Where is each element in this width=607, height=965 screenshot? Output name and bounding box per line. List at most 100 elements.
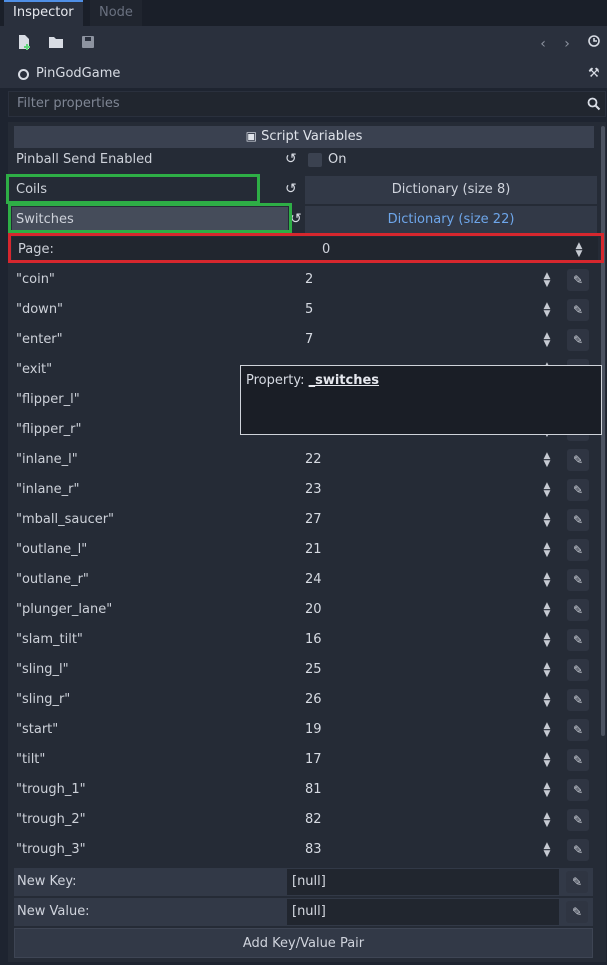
spinner-icon[interactable]: ▲▼ <box>540 482 554 499</box>
forward-arrow-icon[interactable]: › <box>557 34 577 54</box>
prop-label: Pinball Send Enabled <box>16 152 153 167</box>
entry-value[interactable]: 7 <box>305 325 313 355</box>
entry-value[interactable]: 17 <box>305 745 322 775</box>
coils-dictionary-button[interactable]: Dictionary (size 8) <box>305 176 597 204</box>
entry-value[interactable]: 26 <box>305 685 322 715</box>
entry-value[interactable]: 16 <box>305 625 322 655</box>
entry-key: "coin" <box>16 272 55 287</box>
entry-value[interactable]: 23 <box>305 475 322 505</box>
edit-pen-icon[interactable]: ✎ <box>567 749 589 771</box>
edit-pen-icon[interactable]: ✎ <box>567 839 589 861</box>
entry-value[interactable]: 82 <box>305 805 322 835</box>
dictionary-entry-row: "sling_r" 26 ▲ ▼ ✎ <box>10 685 600 715</box>
spinner-icon[interactable]: ▲▼ <box>540 332 554 349</box>
section-title: Script Variables <box>261 129 363 144</box>
dictionary-entry-row: "plunger_lane" 20 ▲ ▼ ✎ <box>10 595 600 625</box>
revert-icon[interactable]: ↺ <box>285 151 297 167</box>
property-tooltip: Property: _switches <box>240 365 602 435</box>
highlight-page <box>8 233 604 263</box>
spinner-icon[interactable]: ▲▼ <box>540 782 554 799</box>
dictionary-entry-row: "down" 5 ▲ ▼ ✎ <box>10 295 600 325</box>
dictionary-entry-row: "outlane_r" 24 ▲ ▼ ✎ <box>10 565 600 595</box>
spinner-icon[interactable]: ▲▼ <box>540 692 554 709</box>
prop-pinball-send-enabled: Pinball Send Enabled ↺ On <box>10 145 600 175</box>
edit-pen-icon[interactable]: ✎ <box>567 449 589 471</box>
entry-value[interactable]: 5 <box>305 295 313 325</box>
entry-value[interactable]: 21 <box>305 535 322 565</box>
dictionary-entry-row: "sling_l" 25 ▲ ▼ ✎ <box>10 655 600 685</box>
entry-key: "trough_2" <box>16 812 86 827</box>
edit-pen-icon[interactable]: ✎ <box>566 901 588 923</box>
edit-pen-icon[interactable]: ✎ <box>567 629 589 651</box>
new-value-field[interactable]: [null] <box>287 899 559 925</box>
new-resource-icon[interactable] <box>14 34 34 54</box>
entry-value[interactable]: 27 <box>305 505 322 535</box>
entry-value[interactable]: 83 <box>305 835 322 865</box>
tab-node[interactable]: Node <box>90 0 142 26</box>
edit-pen-icon[interactable]: ✎ <box>567 809 589 831</box>
spinner-icon[interactable]: ▲▼ <box>540 812 554 829</box>
entry-key: "inlane_l" <box>16 452 78 467</box>
spinner-icon[interactable]: ▲▼ <box>540 842 554 859</box>
filter-placeholder: Filter properties <box>17 96 120 111</box>
spinner-icon[interactable]: ▲▼ <box>540 632 554 649</box>
spinner-icon[interactable]: ▲▼ <box>540 512 554 529</box>
edit-pen-icon[interactable]: ✎ <box>567 269 589 291</box>
wrench-screwdriver-icon[interactable]: ⚒ <box>588 66 600 81</box>
switches-dictionary-button[interactable]: Dictionary (size 22) <box>305 206 597 234</box>
new-key-field[interactable]: [null] <box>287 869 559 895</box>
edit-pen-icon[interactable]: ✎ <box>567 719 589 741</box>
spinner-icon[interactable]: ▲▼ <box>540 302 554 319</box>
checkbox[interactable] <box>308 153 322 167</box>
save-icon[interactable] <box>78 34 98 54</box>
spinner-icon[interactable]: ▲▼ <box>540 722 554 739</box>
edit-pen-icon[interactable]: ✎ <box>567 329 589 351</box>
entry-value[interactable]: 20 <box>305 595 322 625</box>
entry-value[interactable]: 19 <box>305 715 322 745</box>
edit-pen-icon[interactable]: ✎ <box>566 871 588 893</box>
dictionary-entry-row: "outlane_l" 21 ▲ ▼ ✎ <box>10 535 600 565</box>
dictionary-entry-row: "trough_1" 81 ▲ ▼ ✎ <box>10 775 600 805</box>
cube-icon: ▣ <box>245 129 257 143</box>
edit-pen-icon[interactable]: ✎ <box>567 689 589 711</box>
tab-bar: Inspector Node <box>0 0 607 26</box>
entry-key: "plunger_lane" <box>16 602 113 617</box>
edit-pen-icon[interactable]: ✎ <box>567 779 589 801</box>
entry-key: "enter" <box>16 332 63 347</box>
spinner-icon[interactable]: ▲▼ <box>540 572 554 589</box>
spinner-icon[interactable]: ▲▼ <box>540 662 554 679</box>
new-value-label: New Value: <box>17 904 90 919</box>
add-key-value-button[interactable]: Add Key/Value Pair <box>14 928 593 958</box>
inspector-toolbar: ‹ › <box>0 26 607 62</box>
spinner-icon[interactable]: ▲▼ <box>540 602 554 619</box>
tooltip-prefix: Property: <box>246 373 305 388</box>
edit-pen-icon[interactable]: ✎ <box>567 299 589 321</box>
spinner-icon[interactable]: ▲▼ <box>540 752 554 769</box>
dictionary-entry-row: "start" 19 ▲ ▼ ✎ <box>10 715 600 745</box>
new-value-row: New Value: [null] ✎ <box>14 898 593 926</box>
edit-pen-icon[interactable]: ✎ <box>567 599 589 621</box>
open-folder-icon[interactable] <box>46 34 66 54</box>
edit-pen-icon[interactable]: ✎ <box>567 569 589 591</box>
entry-value[interactable]: 81 <box>305 775 322 805</box>
revert-icon[interactable]: ↺ <box>285 181 297 197</box>
spinner-icon[interactable]: ▲▼ <box>540 272 554 289</box>
tab-inspector[interactable]: Inspector <box>4 0 83 26</box>
back-arrow-icon[interactable]: ‹ <box>533 34 553 54</box>
dictionary-entry-row: "enter" 7 ▲ ▼ ✎ <box>10 325 600 355</box>
entry-value[interactable]: 2 <box>305 265 313 295</box>
entry-key: "sling_r" <box>16 692 71 707</box>
entry-value[interactable]: 22 <box>305 445 322 475</box>
spinner-icon[interactable]: ▲▼ <box>540 452 554 469</box>
entry-key: "down" <box>16 302 64 317</box>
entry-value[interactable]: 24 <box>305 565 322 595</box>
edit-pen-icon[interactable]: ✎ <box>567 509 589 531</box>
spinner-icon[interactable]: ▲▼ <box>540 542 554 559</box>
edit-pen-icon[interactable]: ✎ <box>567 659 589 681</box>
edit-pen-icon[interactable]: ✎ <box>567 539 589 561</box>
entry-value[interactable]: 25 <box>305 655 322 685</box>
filter-properties-input[interactable]: Filter properties <box>8 91 606 117</box>
entry-key: "sling_l" <box>16 662 69 677</box>
edit-pen-icon[interactable]: ✎ <box>567 479 589 501</box>
history-icon[interactable] <box>584 34 604 54</box>
